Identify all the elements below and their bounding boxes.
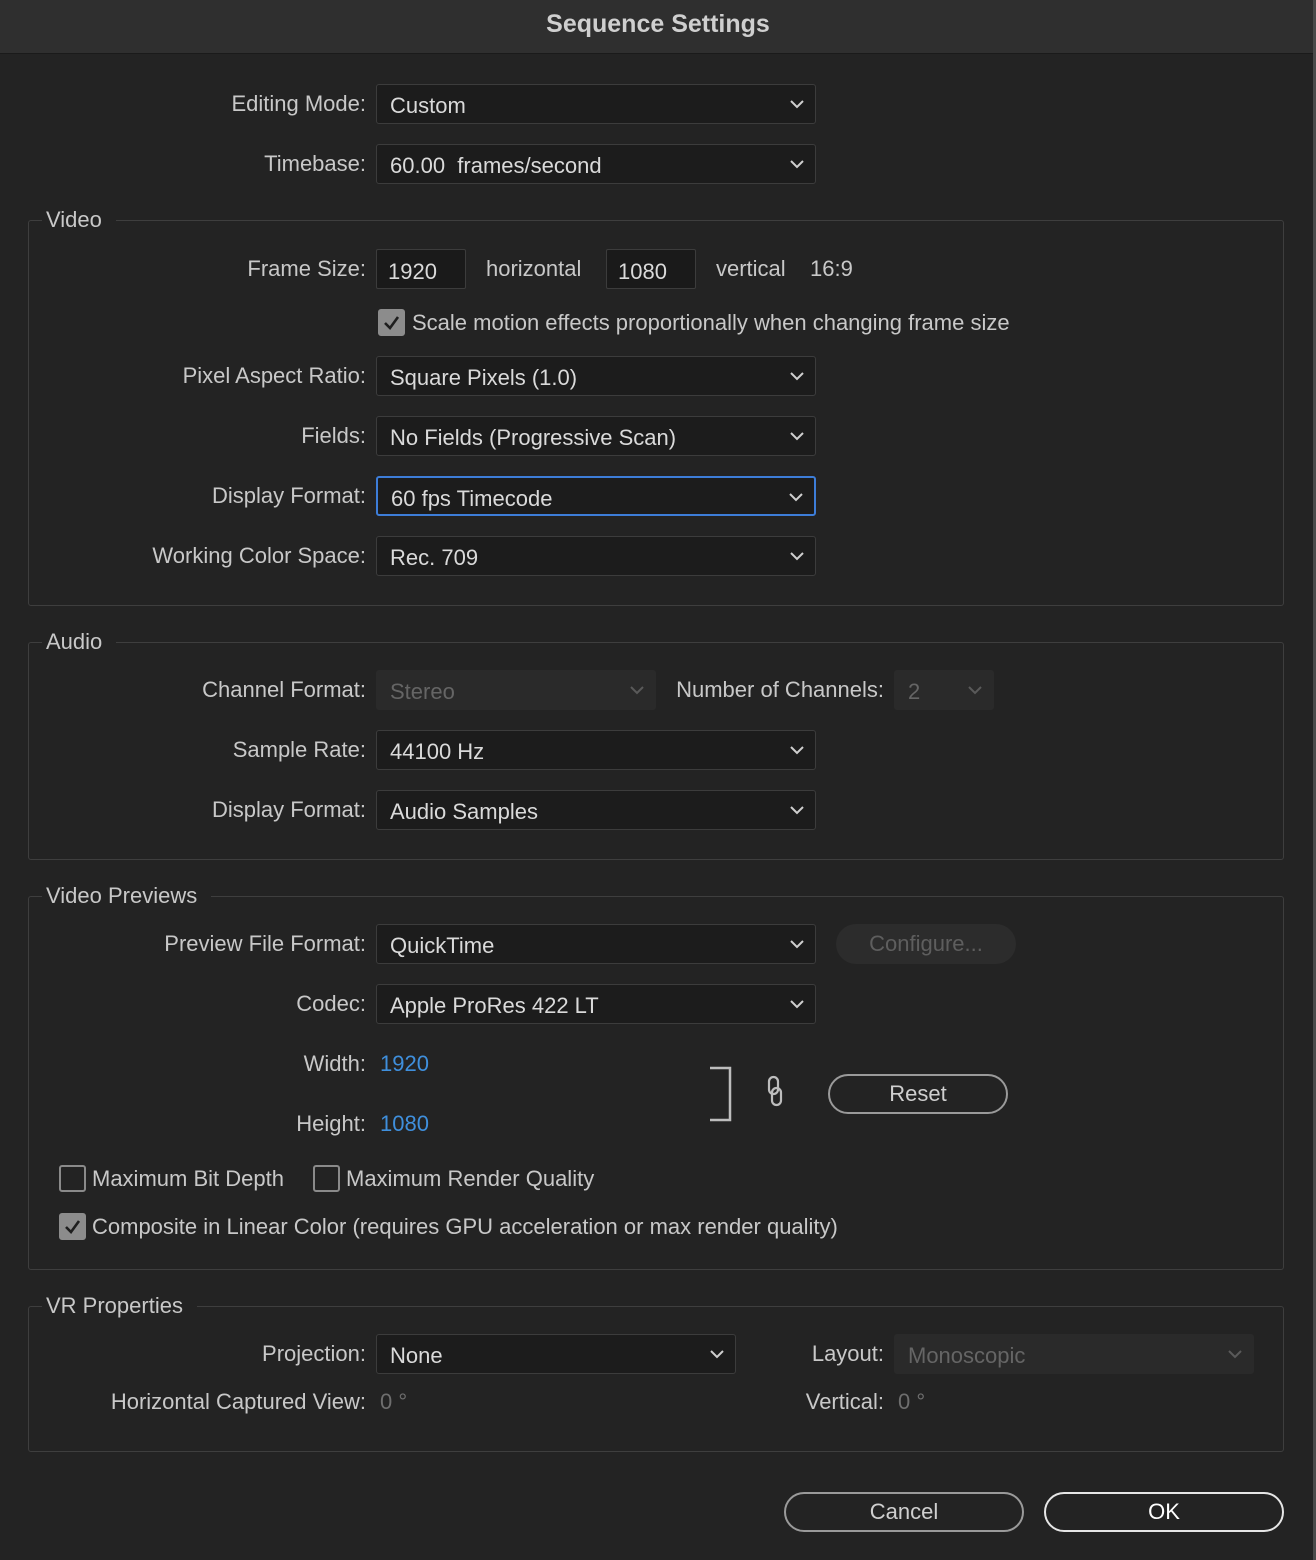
- reset-button[interactable]: Reset: [828, 1074, 1008, 1114]
- pixel-aspect-value: Square Pixels (1.0): [390, 365, 578, 390]
- max-bit-depth-checkbox[interactable]: [59, 1165, 86, 1192]
- video-display-format-value: 60 fps Timecode: [391, 486, 553, 511]
- chevron-down-icon: [790, 100, 804, 109]
- audio-display-format-label: Display Format:: [211, 797, 366, 822]
- chevron-down-icon: [968, 686, 982, 695]
- vertical-label: vertical: [716, 256, 786, 281]
- chevron-down-icon: [1228, 1350, 1242, 1359]
- frame-width-value: 1920: [388, 259, 437, 284]
- codec-value: Apple ProRes 422 LT: [390, 993, 599, 1018]
- chain-link-icon[interactable]: [764, 1074, 786, 1108]
- chevron-down-icon: [790, 372, 804, 381]
- fields-label: Fields:: [301, 423, 366, 448]
- max-render-quality-checkbox[interactable]: [313, 1165, 340, 1192]
- audio-display-format-dropdown[interactable]: Audio Samples: [376, 790, 816, 830]
- codec-label: Codec:: [296, 991, 366, 1016]
- projection-label: Projection:: [262, 1341, 366, 1366]
- fields-dropdown[interactable]: No Fields (Progressive Scan): [376, 416, 816, 456]
- configure-button: Configure...: [836, 924, 1016, 964]
- chevron-down-icon: [790, 940, 804, 949]
- projection-value: None: [390, 1343, 443, 1368]
- preview-width-value[interactable]: 1920: [380, 1051, 429, 1077]
- preview-file-format-label: Preview File Format:: [164, 931, 366, 956]
- chevron-down-icon: [790, 432, 804, 441]
- frame-width-field[interactable]: 1920: [376, 249, 466, 289]
- vr-properties-group: [28, 1306, 1284, 1452]
- max-bit-depth-label: Maximum Bit Depth: [92, 1166, 284, 1191]
- chevron-down-icon: [790, 160, 804, 169]
- linear-color-checkbox[interactable]: [59, 1213, 86, 1240]
- preview-file-format-value: QuickTime: [390, 933, 495, 958]
- width-label: Width:: [303, 1051, 366, 1076]
- checkmark-icon: [384, 316, 400, 330]
- num-channels-dropdown: 2: [894, 670, 994, 710]
- horizontal-captured-view-value: 0 °: [380, 1389, 408, 1414]
- color-space-value: Rec. 709: [390, 545, 479, 570]
- channel-format-dropdown: Stereo: [376, 670, 656, 710]
- checkmark-icon: [65, 1220, 81, 1234]
- aspect-ratio-text: 16:9: [810, 256, 853, 281]
- chevron-down-icon: [790, 552, 804, 561]
- timebase-label: Timebase:: [264, 151, 366, 176]
- sample-rate-dropdown[interactable]: 44100 Hz: [376, 730, 816, 770]
- ok-button[interactable]: OK: [1044, 1492, 1284, 1532]
- editing-mode-dropdown[interactable]: Custom: [376, 84, 816, 124]
- window-title: Sequence Settings: [546, 10, 770, 38]
- chevron-down-icon: [790, 746, 804, 755]
- linear-color-label: Composite in Linear Color (requires GPU …: [92, 1214, 838, 1239]
- sample-rate-value: 44100 Hz: [390, 739, 485, 764]
- layout-value: Monoscopic: [908, 1343, 1026, 1368]
- color-space-dropdown[interactable]: Rec. 709: [376, 536, 816, 576]
- max-render-quality-label: Maximum Render Quality: [346, 1166, 595, 1191]
- codec-dropdown[interactable]: Apple ProRes 422 LT: [376, 984, 816, 1024]
- video-previews-legend: Video Previews: [42, 882, 212, 910]
- title-bar: Sequence Settings: [0, 0, 1316, 54]
- audio-display-format-value: Audio Samples: [390, 799, 538, 824]
- num-channels-value: 2: [908, 679, 921, 704]
- scale-motion-label: Scale motion effects proportionally when…: [412, 310, 1010, 335]
- vr-vertical-value: 0 °: [898, 1389, 926, 1414]
- horizontal-captured-view-label: Horizontal Captured View:: [110, 1389, 366, 1414]
- cancel-button[interactable]: Cancel: [784, 1492, 1024, 1532]
- video-legend: Video: [42, 206, 116, 234]
- channel-format-value: Stereo: [390, 679, 455, 704]
- layout-dropdown: Monoscopic: [894, 1334, 1254, 1374]
- video-display-format-label: Display Format:: [211, 483, 366, 508]
- audio-legend: Audio: [42, 628, 117, 656]
- chevron-down-icon: [789, 493, 803, 502]
- frame-size-label: Frame Size:: [247, 256, 366, 281]
- chevron-down-icon: [710, 1350, 724, 1359]
- horizontal-label: horizontal: [486, 256, 582, 281]
- color-space-label: Working Color Space:: [152, 543, 366, 568]
- pixel-aspect-dropdown[interactable]: Square Pixels (1.0): [376, 356, 816, 396]
- height-label: Height:: [296, 1111, 366, 1136]
- editing-mode-label: Editing Mode:: [231, 91, 366, 116]
- sample-rate-label: Sample Rate:: [232, 737, 366, 762]
- timebase-dropdown[interactable]: 60.00 frames/second: [376, 144, 816, 184]
- channel-format-label: Channel Format:: [202, 677, 366, 702]
- projection-dropdown[interactable]: None: [376, 1334, 736, 1374]
- frame-height-field[interactable]: 1080: [606, 249, 696, 289]
- frame-height-value: 1080: [618, 259, 667, 284]
- vr-vertical-label: Vertical:: [805, 1389, 884, 1414]
- editing-mode-value: Custom: [390, 93, 466, 118]
- vr-properties-legend: VR Properties: [42, 1292, 197, 1320]
- num-channels-label: Number of Channels:: [676, 677, 884, 702]
- timebase-value: 60.00 frames/second: [390, 153, 602, 178]
- fields-value: No Fields (Progressive Scan): [390, 425, 677, 450]
- chevron-down-icon: [790, 806, 804, 815]
- layout-label: Layout:: [811, 1341, 884, 1366]
- preview-height-value[interactable]: 1080: [380, 1111, 429, 1137]
- chevron-down-icon: [790, 1000, 804, 1009]
- chevron-down-icon: [630, 686, 644, 695]
- pixel-aspect-label: Pixel Aspect Ratio:: [182, 363, 366, 388]
- preview-file-format-dropdown[interactable]: QuickTime: [376, 924, 816, 964]
- scale-motion-checkbox[interactable]: [378, 309, 405, 336]
- video-display-format-dropdown[interactable]: 60 fps Timecode: [376, 476, 816, 516]
- link-bracket-icon: [710, 1066, 732, 1122]
